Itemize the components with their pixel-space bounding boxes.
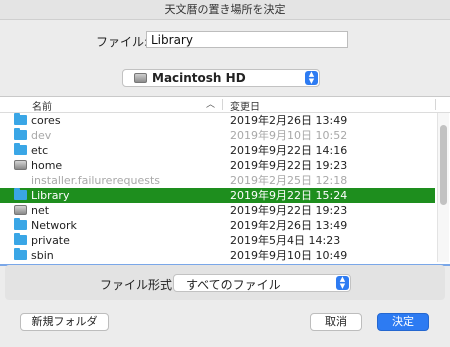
folder-icon [14,128,27,140]
location-label: Macintosh HD [152,71,246,85]
file-name: cores [31,114,61,127]
file-browser[interactable]: 名前 ︿ 変更日 cores 2019年2月26日 13:49 dev 2019年9月… [0,96,450,266]
filename-label: ファイル: [96,35,149,49]
file-row[interactable]: cores 2019年2月26日 13:49 [0,113,435,128]
file-row: dev 2019年9月10日 10:52 [0,128,435,143]
vertical-scrollbar[interactable] [437,113,449,262]
cancel-button[interactable]: 取消 [310,313,362,331]
disk-icon [14,205,27,215]
file-row[interactable]: private 2019年5月4日 14:23 [0,233,435,248]
filename-row: ファイル: [0,31,450,51]
scrollbar-thumb[interactable] [440,125,447,205]
location-popup[interactable]: Macintosh HD ▲ ▼ [122,69,320,87]
filename-input[interactable] [146,31,348,48]
file-row[interactable]: etc 2019年9月22日 14:16 [0,143,435,158]
file-row[interactable]: home 2019年9月22日 19:23 [0,158,435,173]
file-icon [14,175,27,185]
hard-disk-icon [134,73,147,83]
file-row[interactable]: net 2019年9月22日 19:23 [0,203,435,218]
file-date: 2019年9月10日 10:52 [230,129,348,142]
disk-icon [14,160,27,170]
file-date: 2019年9月22日 19:23 [230,159,348,172]
popup-stepper-icon: ▲ ▼ [336,276,349,290]
popup-stepper-icon: ▲ ▼ [305,71,318,85]
file-date: 2019年2月26日 13:49 [230,114,348,127]
folder-icon [14,248,27,260]
file-name: installer.failurerequests [31,174,160,187]
column-header: 名前 ︿ 変更日 [0,97,450,113]
file-date: 2019年2月26日 13:49 [230,219,348,232]
file-name: private [31,234,70,247]
file-row: installer.failurerequests 2019年2月25日 12:1… [0,173,435,188]
column-divider[interactable] [435,99,436,110]
file-date: 2019年5月4日 14:23 [230,234,341,247]
file-format-popup[interactable]: すべてのファイル ▲ ▼ [173,274,351,292]
file-format-bar: ファイル形式: すべてのファイル ▲ ▼ [5,265,445,300]
folder-icon [14,113,27,125]
file-name: dev [31,129,52,142]
file-date: 2019年2月25日 12:18 [230,174,348,187]
file-row[interactable]: sbin 2019年9月10日 10:49 [0,248,435,263]
file-name: sbin [31,249,54,262]
file-row[interactable]: Library 2019年9月22日 15:24 [0,188,435,203]
new-folder-button[interactable]: 新規フォルダ [20,313,109,331]
sort-chevron-icon: ︿ [206,100,216,110]
file-name: net [31,204,50,217]
file-date: 2019年9月10日 10:49 [230,249,348,262]
file-name: Library [31,189,70,202]
folder-icon [14,188,27,200]
file-date: 2019年9月22日 14:16 [230,144,348,157]
file-row[interactable]: Network 2019年2月26日 13:49 [0,218,435,233]
column-name-header[interactable]: 名前 [32,98,52,113]
file-date: 2019年9月22日 19:23 [230,204,348,217]
folder-icon [14,143,27,155]
file-name: home [31,159,63,172]
file-date: 2019年9月22日 15:24 [230,189,348,202]
file-name: Network [31,219,77,232]
file-name: etc [31,144,49,157]
ok-button[interactable]: 決定 [377,313,429,331]
column-date-header[interactable]: 変更日 [230,98,260,113]
window-title: 天文暦の置き場所を決定 [0,0,450,20]
file-format-label: ファイル形式: [100,278,177,292]
folder-icon [14,233,27,245]
folder-icon [14,218,27,230]
column-divider[interactable] [222,99,223,110]
file-format-value: すべてのファイル [186,278,281,292]
